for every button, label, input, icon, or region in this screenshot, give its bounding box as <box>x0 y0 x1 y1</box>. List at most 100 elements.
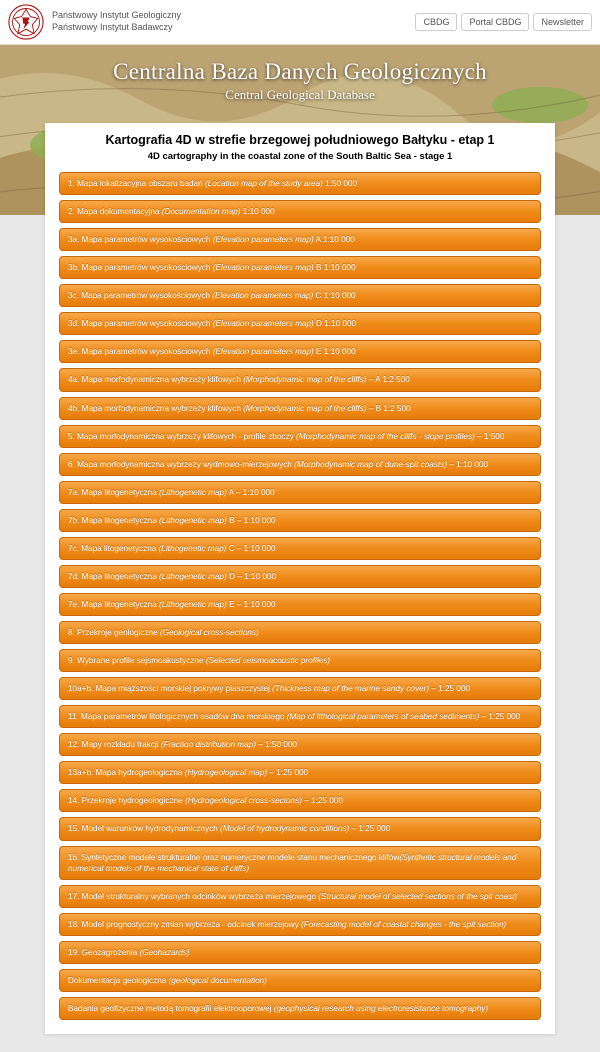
banner-title: Centralna Baza Danych Geologicznych <box>0 59 600 85</box>
item-label-en: (Elevation parameters map) <box>213 347 314 356</box>
nav-link-cbdg[interactable]: CBDG <box>415 13 457 31</box>
item-button-5[interactable]: 3d. Mapa parametrów wysokościowych (Elev… <box>59 312 541 335</box>
nav-link-portal[interactable]: Portal CBDG <box>461 13 529 31</box>
item-label-pre: 19. Geozagrożenia <box>68 948 139 957</box>
item-button-7[interactable]: 4a. Mapa morfodynamiczna wybrzeży klifow… <box>59 368 541 391</box>
item-button-1[interactable]: 2. Mapa dokumentacyjna (Documentation ma… <box>59 200 541 223</box>
item-label-post: E 1:10 000 <box>314 347 356 356</box>
item-label-pre: 2. Mapa dokumentacyjna <box>68 207 162 216</box>
item-label-en: (Location map of the study area) <box>205 179 323 188</box>
item-label-en: (Morphodynamic map of the cliffs) <box>243 375 366 384</box>
item-label-pre: 9. Wybrane profile sejsmoakustyczne <box>68 656 206 665</box>
item-label-post: – 1:25 000 <box>349 824 390 833</box>
nav-link-newsletter[interactable]: Newsletter <box>533 13 592 31</box>
item-button-15[interactable]: 7e. Mapa litogenetyczna (Lithogenetic ma… <box>59 593 541 616</box>
item-button-0[interactable]: 1. Mapa lokalizacyjna obszaru badań (Loc… <box>59 172 541 195</box>
item-button-21[interactable]: 13a+b. Mapa hydrogeologiczna (Hydrogeolo… <box>59 761 541 784</box>
item-button-16[interactable]: 8. Przekroje geologiczne (Geological cro… <box>59 621 541 644</box>
item-label-post: B – 1:10 000 <box>227 516 276 525</box>
item-label-post: – 1:25 000 <box>302 796 343 805</box>
item-label-en: (Geological cross-sections) <box>160 628 259 637</box>
item-button-14[interactable]: 7d. Mapa litogenetyczna (Lithogenetic ma… <box>59 565 541 588</box>
item-label-pre: 12. Mapy rozkładu frakcji <box>68 740 161 749</box>
item-button-2[interactable]: 3a. Mapa parametrów wysokościowych (Elev… <box>59 228 541 251</box>
item-label-en: (Morphodynamic map of the cliffs) <box>243 404 366 413</box>
item-label-pre: 3b. Mapa parametrów wysokościowych <box>68 263 213 272</box>
item-label-en: (Elevation parameters map) <box>212 291 313 300</box>
item-label-en: (Elevation parameters map) <box>213 319 314 328</box>
item-label-post: – A 1:2 500 <box>367 375 410 384</box>
item-button-29[interactable]: Badania geofizyczne metodą tomografii el… <box>59 997 541 1020</box>
item-label-en: (Model of hydrodynamic conditions) <box>220 824 349 833</box>
item-label-post: C 1:10 000 <box>313 291 355 300</box>
item-button-18[interactable]: 10a+b. Mapa miąższości morskiej pokrywy … <box>59 677 541 700</box>
item-button-17[interactable]: 9. Wybrane profile sejsmoakustyczne (Sel… <box>59 649 541 672</box>
item-label-pre: 7e. Mapa litogenetyczna <box>68 600 159 609</box>
item-button-26[interactable]: 18. Model prognostyczny zmian wybrzeża -… <box>59 913 541 936</box>
item-label-en: (Morphodynamic map of the cliffs - slope… <box>296 432 475 441</box>
item-label-post: E – 1:10 000 <box>227 600 276 609</box>
banner-title-block: Centralna Baza Danych Geologicznych Cent… <box>0 45 600 103</box>
top-nav: CBDG Portal CBDG Newsletter <box>415 13 592 31</box>
item-button-11[interactable]: 7a. Mapa litogenetyczna (Lithogenetic ma… <box>59 481 541 504</box>
item-label-en: (Morphodynamic map of dune-spit coasts) <box>294 460 447 469</box>
item-label-en: (Thickness map of the marine sandy cover… <box>272 684 429 693</box>
item-label-pre: 17. Model strukturalny wybranych odcinkó… <box>68 892 318 901</box>
site-logo[interactable] <box>8 4 44 40</box>
item-label-post: – 1:25 000 <box>479 712 520 721</box>
content-card: Kartografia 4D w strefie brzegowej połud… <box>45 123 555 1034</box>
item-button-3[interactable]: 3b. Mapa parametrów wysokościowych (Elev… <box>59 256 541 279</box>
item-label-en: (Documentation map) <box>162 207 241 216</box>
org-name: Państwowy Instytut Geologiczny Państwowy… <box>52 10 181 33</box>
item-label-en: (Forecasting model of coastal changes - … <box>301 920 506 929</box>
item-button-23[interactable]: 15. Model warunków hydrodynamicznych (Mo… <box>59 817 541 840</box>
item-label-pre: Badania geofizyczne metodą tomografii el… <box>68 1004 274 1013</box>
item-label-en: (Elevation parameters map) <box>213 235 314 244</box>
item-label-en: (Lithogenetic map) <box>159 572 227 581</box>
item-button-4[interactable]: 3c. Mapa parametrów wysokościowych (Elev… <box>59 284 541 307</box>
item-label-pre: 11. Mapa parametrów litologicznych osadó… <box>68 712 287 721</box>
item-button-28[interactable]: Dokumentacja geologiczna (geological doc… <box>59 969 541 992</box>
item-label-post: A – 1:10 000 <box>227 488 275 497</box>
item-label-en: (Lithogenetic map) <box>159 488 227 497</box>
item-label-pre: 7d. Mapa litogenetyczna <box>68 572 159 581</box>
item-label-en: (Structural model of selected sections o… <box>318 892 517 901</box>
item-button-19[interactable]: 11. Mapa parametrów litologicznych osadó… <box>59 705 541 728</box>
item-label-post: D 1:10 000 <box>314 319 356 328</box>
item-label-en: (Lithogenetic map) <box>159 516 227 525</box>
item-button-12[interactable]: 7b. Mapa litogenetyczna (Lithogenetic ma… <box>59 509 541 532</box>
item-label-post: – 1:25 000 <box>267 768 308 777</box>
item-button-9[interactable]: 5. Mapa morfodynamiczna wybrzeży klifowy… <box>59 425 541 448</box>
item-button-20[interactable]: 12. Mapy rozkładu frakcji (Fraction dist… <box>59 733 541 756</box>
item-button-22[interactable]: 14. Przekroje hydrogeologiczne (Hydrogeo… <box>59 789 541 812</box>
item-label-en: (Hydrogeological cross-sectons) <box>185 796 302 805</box>
item-label-en: (Elevation parameters map) <box>213 263 314 272</box>
item-button-6[interactable]: 3e. Mapa parametrów wysokościowych (Elev… <box>59 340 541 363</box>
item-label-en: (Geohazards) <box>139 948 189 957</box>
item-label-pre: Dokumentacja geologiczna <box>68 976 169 985</box>
item-label-post: 1:50 000 <box>323 179 357 188</box>
item-label-post: A 1:10 000 <box>314 235 355 244</box>
item-button-24[interactable]: 16. Syntetyczne modele strukturalne oraz… <box>59 846 541 880</box>
item-label-pre: 3e. Mapa parametrów wysokościowych <box>68 347 213 356</box>
item-button-25[interactable]: 17. Model strukturalny wybranych odcinkó… <box>59 885 541 908</box>
item-label-post: D – 1:10 000 <box>227 572 276 581</box>
banner-subtitle: Central Geological Database <box>0 87 600 103</box>
item-label-post: – 1:25 000 <box>429 684 470 693</box>
item-button-13[interactable]: 7c. Mapa litogenetyczna (Lithogenetic ma… <box>59 537 541 560</box>
item-label-pre: 7b. Mapa litogenetyczna <box>68 516 159 525</box>
item-label-post: 1:10 000 <box>241 207 275 216</box>
item-label-en: (Lithogenetic map) <box>159 544 227 553</box>
item-button-27[interactable]: 19. Geozagrożenia (Geohazards) <box>59 941 541 964</box>
item-label-en: (geological documentation) <box>169 976 267 985</box>
item-button-8[interactable]: 4b. Mapa morfodynamiczna wybrzeży klifow… <box>59 397 541 420</box>
item-label-post: – B 1:2 500 <box>367 404 411 413</box>
item-label-post: – 1:10 000 <box>447 460 488 469</box>
item-label-pre: 3c. Mapa parametrów wysokościowych <box>68 291 212 300</box>
item-label-pre: 5. Mapa morfodynamiczna wybrzeży klifowy… <box>68 432 296 441</box>
item-label-pre: 7a. Mapa litogenetyczna <box>68 488 159 497</box>
item-label-en: (Hydrogeological map) <box>185 768 267 777</box>
item-label-en: (Map of lithological parameters of seabe… <box>287 712 480 721</box>
item-label-pre: 3a. Mapa parametrów wysokościowych <box>68 235 213 244</box>
item-button-10[interactable]: 6. Mapa morfodynamiczna wybrzeży wydmowo… <box>59 453 541 476</box>
